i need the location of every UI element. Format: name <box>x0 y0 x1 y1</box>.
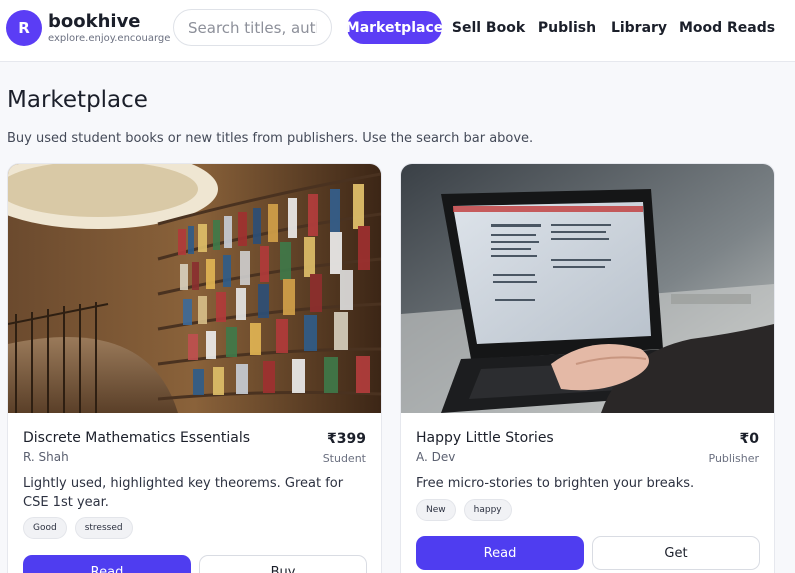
avatar[interactable]: R <box>6 10 42 46</box>
get-button[interactable]: Get <box>592 536 760 570</box>
book-card[interactable]: Happy Little Stories A. Dev ₹0 Publisher… <box>400 163 775 573</box>
nav-mood-reads[interactable]: Mood Reads <box>679 11 775 44</box>
tag-list: Good stressed <box>23 517 133 539</box>
book-title[interactable]: Happy Little Stories <box>416 430 706 446</box>
brand-tagline: explore.enjoy.encouarge <box>48 33 171 44</box>
laptop-illustration <box>401 164 774 413</box>
tag-condition[interactable]: Good <box>23 517 67 539</box>
nav-library[interactable]: Library <box>610 11 668 44</box>
tag-mood[interactable]: stressed <box>74 517 133 539</box>
buy-button[interactable]: Buy <box>199 555 367 573</box>
library-shelves-illustration <box>8 164 381 413</box>
book-description: Free micro-stories to brighten your brea… <box>416 476 695 491</box>
book-description: Lightly used, highlighted key theorems. … <box>23 476 344 510</box>
book-cover-laptop-image <box>401 164 774 413</box>
book-cover-library-image <box>8 164 381 413</box>
book-author: R. Shah <box>23 450 69 464</box>
book-card[interactable]: Discrete Mathematics Essentials R. Shah … <box>7 163 382 573</box>
book-price: ₹0 <box>739 431 759 447</box>
page-description: Buy used student books or new titles fro… <box>7 131 534 146</box>
top-bar: R bookhive explore.enjoy.encouarge Marke… <box>0 0 795 62</box>
page-title: Marketplace <box>7 87 148 113</box>
tag-mood[interactable]: happy <box>463 499 512 521</box>
nav-sell-book[interactable]: Sell Book <box>452 11 525 44</box>
tag-list: New happy <box>416 499 512 521</box>
read-button[interactable]: Read <box>416 536 584 570</box>
brand-name[interactable]: bookhive <box>48 11 141 32</box>
nav-marketplace[interactable]: Marketplace <box>346 11 443 44</box>
nav-publish[interactable]: Publish <box>536 11 598 44</box>
book-price: ₹399 <box>327 431 366 447</box>
tag-condition[interactable]: New <box>416 499 456 521</box>
book-title[interactable]: Discrete Mathematics Essentials <box>23 430 313 446</box>
book-author: A. Dev <box>416 450 456 464</box>
seller-type-label: Student <box>322 452 366 465</box>
read-button[interactable]: Read <box>23 555 191 573</box>
seller-type-label: Publisher <box>708 452 760 465</box>
search-input[interactable] <box>173 9 332 46</box>
